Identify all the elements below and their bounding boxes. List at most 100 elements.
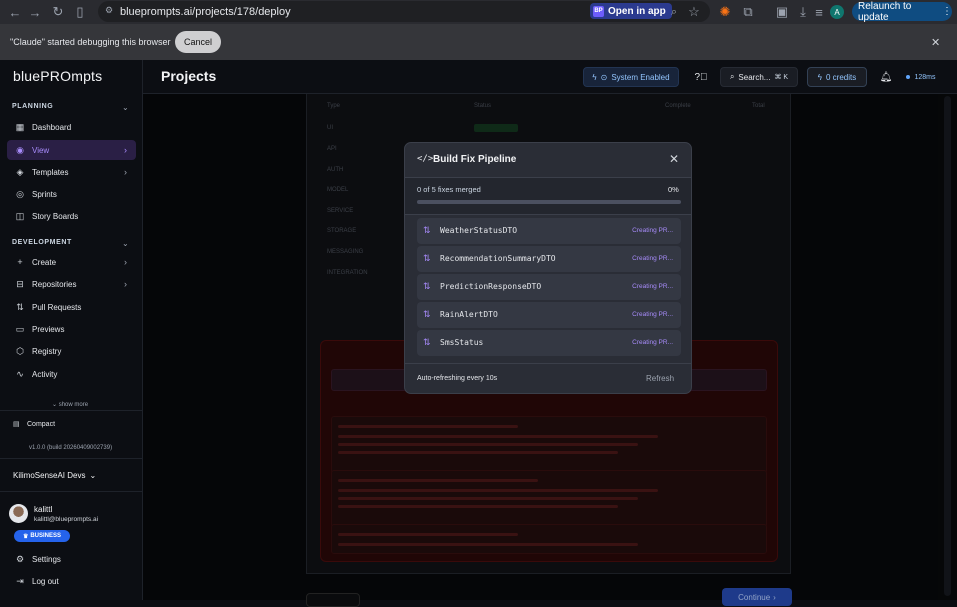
chevron-down-icon[interactable]: ⌄ xyxy=(122,103,129,112)
reading-list-icon[interactable]: ≡ xyxy=(808,1,830,23)
fix-item[interactable]: ⇅ WeatherStatusDTO Creating PR... xyxy=(417,218,681,244)
show-more-link[interactable]: ⌄ show more xyxy=(52,401,88,408)
sidebar-item-label: Dashboard xyxy=(32,122,72,132)
previews-icon: ▭ xyxy=(15,323,25,334)
version-text: v1.0.0 (build 20260409002739) xyxy=(29,445,113,451)
scrollbar-thumb[interactable] xyxy=(944,96,951,596)
sidebar-item-previews[interactable]: ▭ Previews xyxy=(7,319,136,339)
relaunch-button[interactable]: Relaunch to update ⋮ xyxy=(852,1,952,23)
chevron-right-icon: › xyxy=(124,279,127,289)
open-in-app-button[interactable]: BP Open in app xyxy=(590,3,672,19)
sidebar-item-label: Settings xyxy=(32,554,61,564)
bookmark-star-icon[interactable]: ☆ xyxy=(683,1,705,23)
sidebar-item-label: Create xyxy=(32,257,57,267)
latency-value: 128ms xyxy=(914,73,936,81)
templates-icon: ◈ xyxy=(16,166,24,177)
sidebar-item-view[interactable]: ◉ View › xyxy=(7,140,136,160)
sidebar-toggle-icon[interactable]: ▯ xyxy=(69,1,91,23)
compact-icon[interactable]: ▤ xyxy=(13,420,20,428)
latency-indicator: 128ms xyxy=(903,67,939,87)
sidebar: bluePROmpts PLANNING ⌄ ▦ Dashboard ◉ Vie… xyxy=(0,60,143,600)
system-status-button[interactable]: ϟ ⊙ System Enabled xyxy=(583,67,679,87)
modal-header: </> Build Fix Pipeline ✕ xyxy=(405,143,691,178)
column-header: Total xyxy=(752,103,765,109)
pull-request-icon: ⇅ xyxy=(423,337,431,347)
bell-icon[interactable]: 🔔︎ xyxy=(879,67,893,87)
sidebar-item-logout[interactable]: ⇥ Log out xyxy=(7,571,136,591)
sidebar-item-activity[interactable]: ∿ Activity xyxy=(7,364,136,384)
sidebar-item-label: Previews xyxy=(32,324,65,334)
close-icon[interactable]: ✕ xyxy=(669,152,679,166)
status-dot-icon xyxy=(906,75,911,79)
system-status-label: System Enabled xyxy=(611,72,670,82)
search-icon: ⌕ xyxy=(729,72,735,81)
close-icon[interactable]: ✕ xyxy=(931,36,940,49)
search-button[interactable]: ⌕ Search... ⌘ K xyxy=(720,67,798,87)
claude-extension-icon[interactable]: ✺ xyxy=(714,1,736,23)
url-text: blueprompts.ai/projects/178/deploy xyxy=(120,5,291,18)
site-settings-icon[interactable]: ⚙ xyxy=(105,5,113,16)
credits-label: 0 credits xyxy=(826,72,857,82)
modal-footer: Auto-refreshing every 10s Refresh xyxy=(405,363,691,393)
sidebar-item-settings[interactable]: ⚙ Settings xyxy=(7,549,136,569)
fix-item[interactable]: ⇅ PredictionResponseDTO Creating PR... xyxy=(417,274,681,300)
development-section-header[interactable]: DEVELOPMENT xyxy=(12,239,72,246)
fix-item[interactable]: ⇅ RecommendationSummaryDTO Creating PR..… xyxy=(417,246,681,272)
sidebar-item-label: Sprints xyxy=(32,189,57,199)
check-circle-icon: ⊙ xyxy=(600,72,608,82)
debugging-infobar: "Claude" started debugging this browser … xyxy=(0,24,957,60)
auto-refresh-text: Auto-refreshing every 10s xyxy=(417,375,498,382)
sidebar-item-create[interactable]: + Create › xyxy=(7,252,136,272)
registry-icon: ⬡ xyxy=(16,345,24,356)
open-in-app-label: Open in app xyxy=(608,5,666,17)
compact-toggle[interactable]: Compact xyxy=(27,421,55,428)
fix-name: RecommendationSummaryDTO xyxy=(440,254,556,263)
fix-status: Creating PR... xyxy=(632,339,673,346)
back-button[interactable] xyxy=(306,593,360,607)
credits-button[interactable]: ϟ 0 credits xyxy=(807,67,867,87)
help-icon[interactable]: ?⃝ xyxy=(692,67,710,87)
forward-icon[interactable]: → xyxy=(24,1,46,23)
table-cell: STORAGE xyxy=(327,228,357,234)
user-name: kalittl xyxy=(34,505,53,514)
sidebar-item-repositories[interactable]: ⊟ Repositories › xyxy=(7,274,136,294)
sidebar-item-templates[interactable]: ◈ Templates › xyxy=(7,162,136,182)
chevron-down-icon[interactable]: ⌄ xyxy=(122,239,129,248)
sidebar-item-story-boards[interactable]: ◫ Story Boards xyxy=(7,206,136,226)
debugging-message: "Claude" started debugging this browser xyxy=(10,37,171,47)
profile-avatar[interactable]: A xyxy=(830,5,844,19)
sidebar-item-label: Log out xyxy=(32,576,59,586)
user-email: kalittl@blueprompts.ai xyxy=(34,516,99,523)
brand-logo[interactable]: bluePROmpts xyxy=(13,68,102,84)
fix-name: SmsStatus xyxy=(440,338,484,347)
fix-name: PredictionResponseDTO xyxy=(440,282,542,291)
sidebar-item-sprints[interactable]: ◎ Sprints xyxy=(7,184,136,204)
org-switcher[interactable]: KilimoSenseAI Devs ⌄ xyxy=(13,471,96,480)
progress-section: 0 of 5 fixes merged 0% xyxy=(405,178,691,215)
page-title: Projects xyxy=(161,68,217,84)
back-icon[interactable]: ← xyxy=(4,1,26,23)
sidebar-item-pull-requests[interactable]: ⇅ Pull Requests xyxy=(7,297,136,317)
reload-icon[interactable]: ↻ xyxy=(47,1,69,23)
fix-item[interactable]: ⇅ SmsStatus Creating PR... xyxy=(417,330,681,356)
sprints-icon: ◎ xyxy=(16,188,24,199)
zoom-search-icon[interactable]: ⌕ xyxy=(663,1,685,23)
screenshot-icon[interactable]: ▣ xyxy=(771,1,793,23)
status-badge xyxy=(474,124,518,132)
modal-title: Build Fix Pipeline xyxy=(433,154,517,165)
divider xyxy=(0,458,143,459)
sidebar-item-registry[interactable]: ⬡ Registry xyxy=(7,341,136,361)
avatar[interactable] xyxy=(9,504,28,523)
sidebar-item-dashboard[interactable]: ▦ Dashboard xyxy=(7,117,136,137)
planning-section-header[interactable]: PLANNING xyxy=(12,103,53,110)
sidebar-item-label: Registry xyxy=(32,346,62,356)
continue-button[interactable]: Continue › xyxy=(722,588,792,606)
plan-badge: ♛ BUSINESS xyxy=(14,530,70,542)
bolt-icon: ϟ xyxy=(817,72,822,82)
refresh-button[interactable]: Refresh xyxy=(646,374,674,383)
cancel-debugging-button[interactable]: Cancel xyxy=(175,31,221,53)
fix-item[interactable]: ⇅ RainAlertDTO Creating PR... xyxy=(417,302,681,328)
extensions-icon[interactable]: ⧉ xyxy=(737,1,759,23)
sidebar-item-label: Repositories xyxy=(32,279,77,289)
crown-icon: ♛ xyxy=(22,533,29,540)
